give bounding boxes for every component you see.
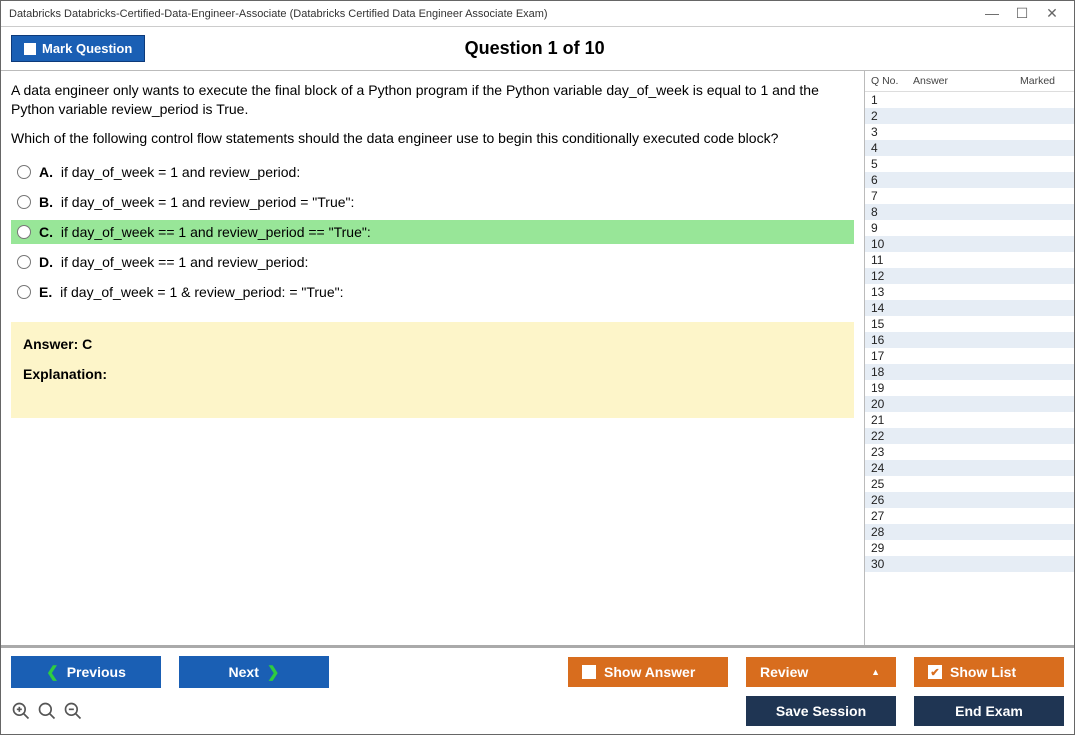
answer-panel: Answer: C Explanation: [11,322,854,418]
zoom-in-icon[interactable] [37,701,57,721]
option-radio[interactable] [17,195,31,209]
col-header-answer: Answer [905,75,1020,87]
list-item[interactable]: 6 [865,172,1074,188]
option-row[interactable]: E. if day_of_week = 1 & review_period: =… [11,280,854,304]
list-item[interactable]: 4 [865,140,1074,156]
option-radio[interactable] [17,285,31,299]
question-list-panel: Q No. Answer Marked 12345678910111213141… [864,71,1074,645]
show-list-button[interactable]: ✔ Show List [914,657,1064,687]
next-button[interactable]: Next ❯ [179,656,329,688]
list-item[interactable]: 24 [865,460,1074,476]
chevron-down-icon: ▲ [871,667,880,677]
zoom-reset-icon[interactable] [11,701,31,721]
option-row[interactable]: A. if day_of_week = 1 and review_period: [11,160,854,184]
option-radio[interactable] [17,255,31,269]
option-text: C. if day_of_week == 1 and review_period… [39,224,371,240]
option-row[interactable]: C. if day_of_week == 1 and review_period… [11,220,854,244]
end-exam-button[interactable]: End Exam [914,696,1064,726]
maximize-icon[interactable]: ☐ [1014,5,1030,22]
list-item[interactable]: 9 [865,220,1074,236]
save-session-label: Save Session [776,703,866,719]
option-text: B. if day_of_week = 1 and review_period … [39,194,354,210]
list-item[interactable]: 28 [865,524,1074,540]
next-label: Next [229,664,259,680]
mark-question-label: Mark Question [42,41,132,56]
question-text-2: Which of the following control flow stat… [11,129,854,148]
list-item[interactable]: 27 [865,508,1074,524]
list-item[interactable]: 23 [865,444,1074,460]
list-item[interactable]: 30 [865,556,1074,572]
zoom-out-icon[interactable] [63,701,83,721]
list-item[interactable]: 21 [865,412,1074,428]
list-item[interactable]: 25 [865,476,1074,492]
show-list-label: Show List [950,664,1016,680]
titlebar: Databricks Databricks-Certified-Data-Eng… [1,1,1074,27]
question-text-1: A data engineer only wants to execute th… [11,81,854,119]
option-text: A. if day_of_week = 1 and review_period: [39,164,300,180]
checkmark-icon: ✔ [928,665,942,679]
question-heading: Question 1 of 10 [145,38,924,59]
mark-question-button[interactable]: Mark Question [11,35,145,62]
list-item[interactable]: 2 [865,108,1074,124]
list-item[interactable]: 3 [865,124,1074,140]
list-item[interactable]: 11 [865,252,1074,268]
list-item[interactable]: 1 [865,92,1074,108]
minimize-icon[interactable]: — [984,5,1000,22]
chevron-right-icon: ❯ [267,663,280,681]
list-item[interactable]: 12 [865,268,1074,284]
list-item[interactable]: 22 [865,428,1074,444]
list-item[interactable]: 14 [865,300,1074,316]
window-title: Databricks Databricks-Certified-Data-Eng… [9,8,548,20]
previous-button[interactable]: ❮ Previous [11,656,161,688]
option-text: D. if day_of_week == 1 and review_period… [39,254,308,270]
list-item[interactable]: 8 [865,204,1074,220]
list-item[interactable]: 26 [865,492,1074,508]
chevron-left-icon: ❮ [46,663,59,681]
list-item[interactable]: 20 [865,396,1074,412]
list-item[interactable]: 16 [865,332,1074,348]
checkbox-icon [582,665,596,679]
col-header-marked: Marked [1020,75,1070,87]
option-text: E. if day_of_week = 1 & review_period: =… [39,284,343,300]
list-item[interactable]: 15 [865,316,1074,332]
list-item[interactable]: 17 [865,348,1074,364]
answer-text: Answer: C [23,336,842,352]
show-answer-button[interactable]: Show Answer [568,657,728,687]
checkbox-icon [24,43,36,55]
list-item[interactable]: 19 [865,380,1074,396]
option-radio[interactable] [17,165,31,179]
list-item[interactable]: 29 [865,540,1074,556]
review-button[interactable]: Review ▲ [746,657,896,687]
end-exam-label: End Exam [955,703,1023,719]
list-item[interactable]: 10 [865,236,1074,252]
option-row[interactable]: B. if day_of_week = 1 and review_period … [11,190,854,214]
list-item[interactable]: 13 [865,284,1074,300]
question-list-scroll[interactable]: 1234567891011121314151617181920212223242… [865,92,1074,645]
review-label: Review [760,664,808,680]
question-panel: A data engineer only wants to execute th… [1,71,864,645]
list-item[interactable]: 18 [865,364,1074,380]
option-radio[interactable] [17,225,31,239]
explanation-label: Explanation: [23,366,842,382]
close-icon[interactable]: ✕ [1044,5,1060,22]
col-header-qno: Q No. [871,75,905,87]
show-answer-label: Show Answer [604,664,695,680]
previous-label: Previous [67,664,126,680]
list-item[interactable]: 7 [865,188,1074,204]
save-session-button[interactable]: Save Session [746,696,896,726]
option-row[interactable]: D. if day_of_week == 1 and review_period… [11,250,854,274]
list-item[interactable]: 5 [865,156,1074,172]
